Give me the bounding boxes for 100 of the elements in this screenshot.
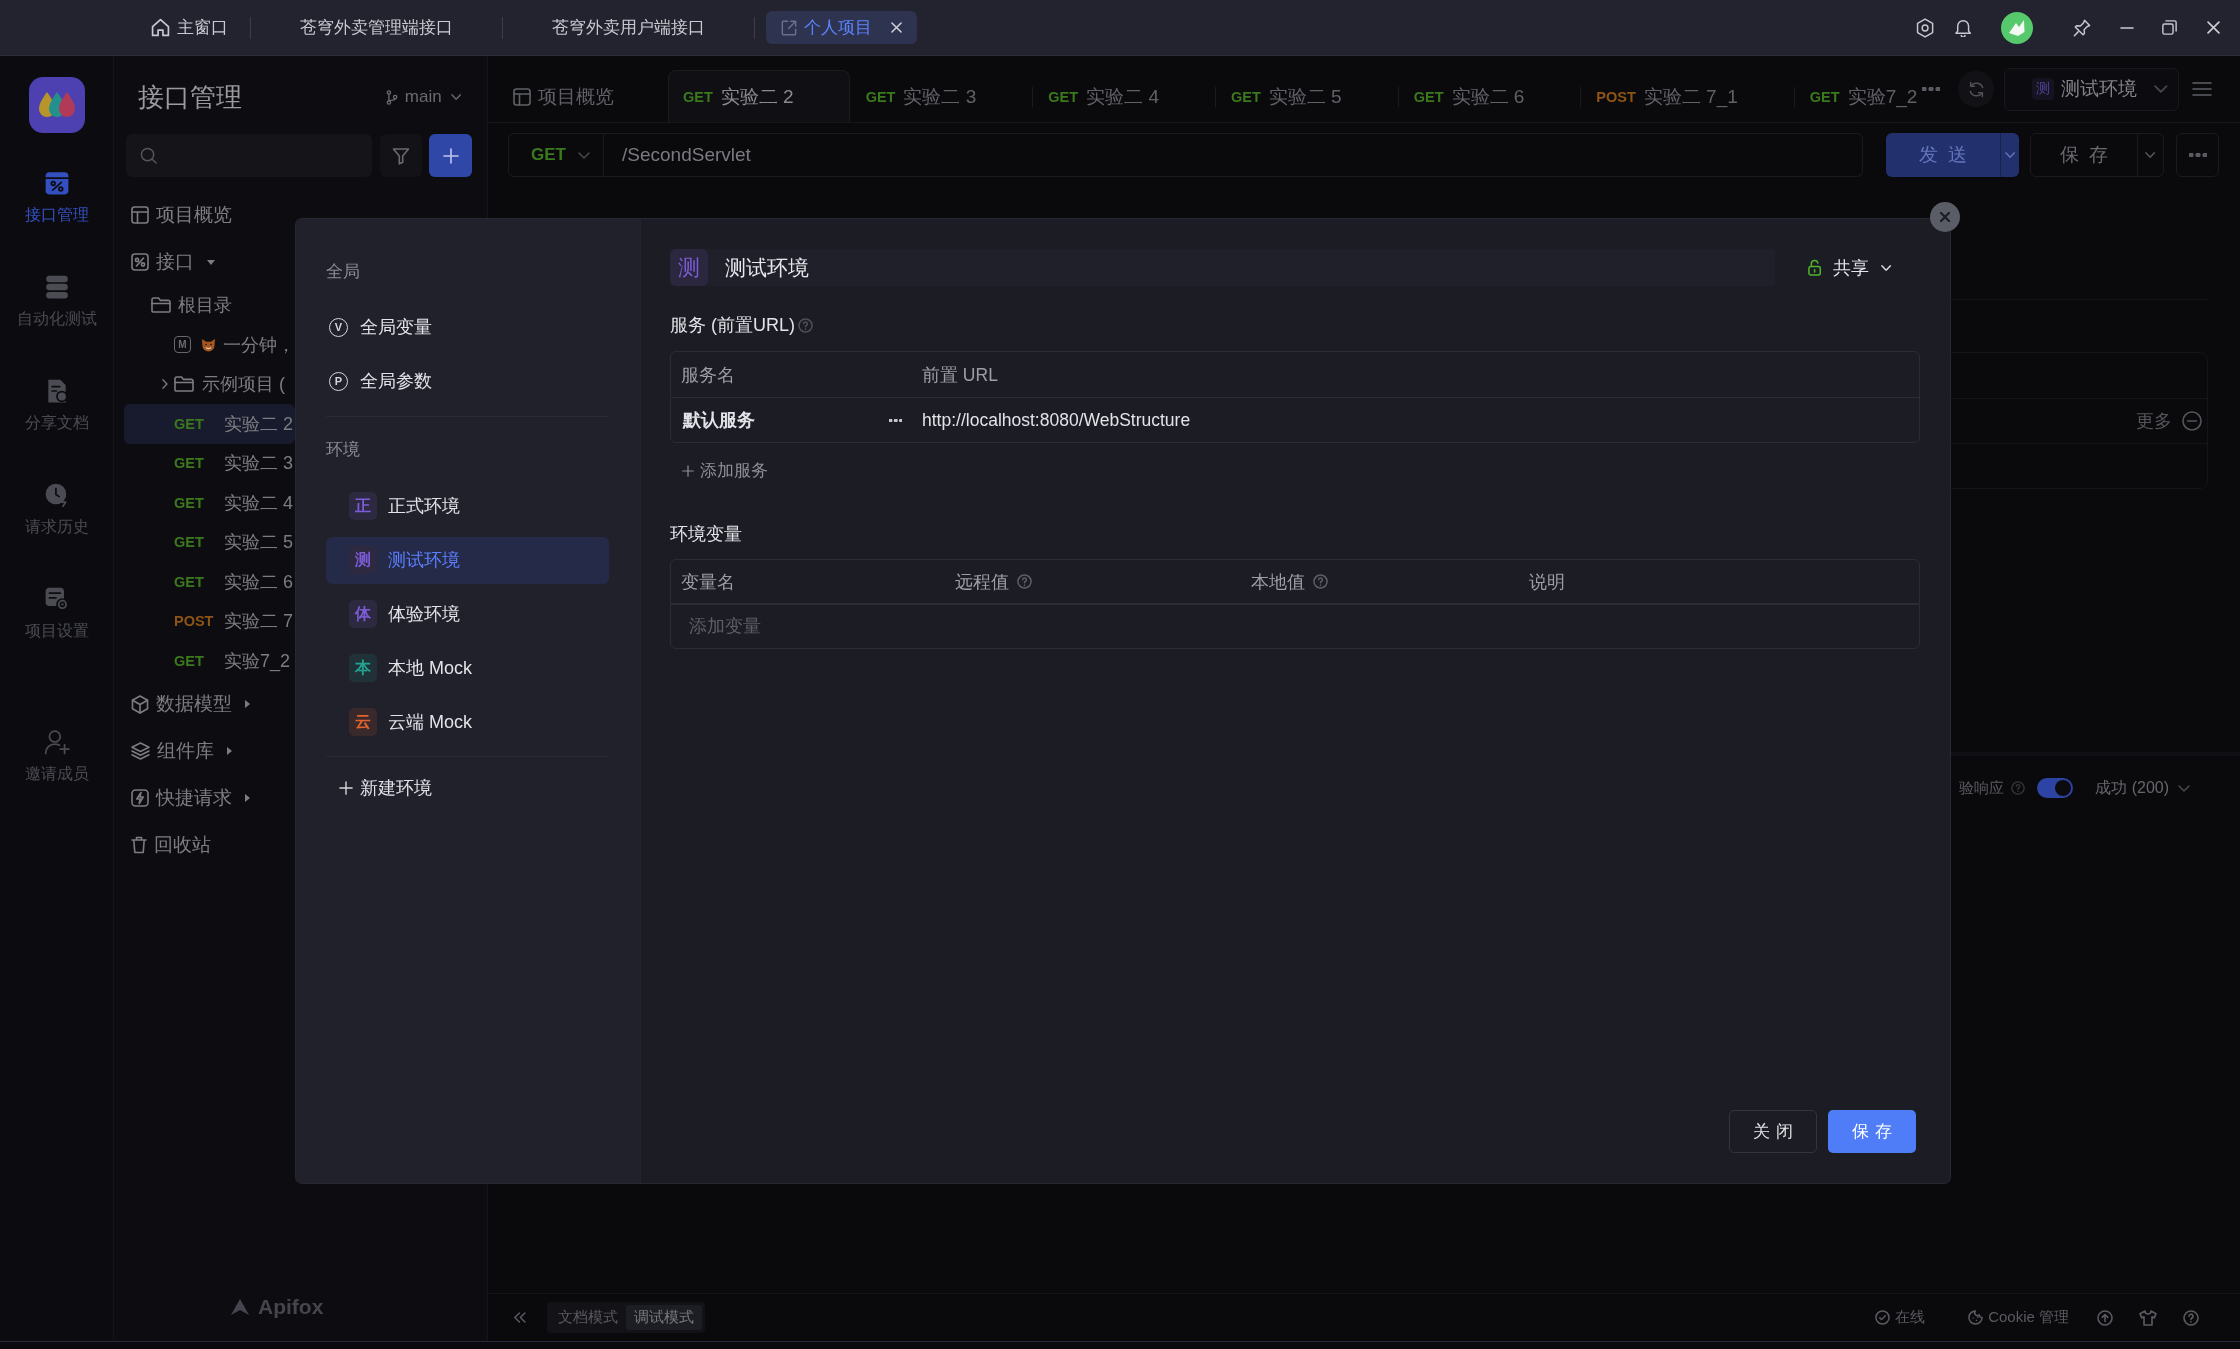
refresh-icon <box>1967 80 1985 98</box>
refresh-button[interactable] <box>1958 71 1994 107</box>
tree-item[interactable]: GET 实验二 6 <box>124 562 295 602</box>
share-button[interactable]: 共享 <box>1808 255 1892 280</box>
pin-icon[interactable] <box>2073 18 2091 37</box>
request-tab[interactable]: GET 实验二 3 <box>850 70 1033 122</box>
bell-icon[interactable] <box>1954 18 1971 37</box>
environment-item[interactable]: 云 云端 Mock <box>326 698 609 746</box>
window-tab[interactable]: 苍穹外卖用户端接口 <box>503 11 754 44</box>
close-button[interactable]: 关闭 <box>1729 1110 1817 1153</box>
method-select[interactable]: GET <box>508 133 604 177</box>
env-badge: 测 <box>2032 78 2054 100</box>
environment-item[interactable]: 体 体验环境 <box>326 590 609 638</box>
add-user-icon <box>43 729 70 755</box>
filter-button[interactable] <box>380 134 422 177</box>
method-label: GET <box>1413 88 1444 105</box>
home-icon <box>151 18 170 37</box>
chevron-down-icon <box>2004 152 2016 158</box>
request-tab[interactable]: GET 实验二 4 <box>1033 70 1215 122</box>
online-status[interactable]: 在线 <box>1875 1308 1926 1327</box>
tree-item[interactable]: GET 实验二 4 <box>124 483 295 523</box>
tree-item[interactable]: GET 实验二 5 <box>124 522 295 562</box>
mode-tab[interactable]: 调试模式 <box>625 1305 702 1330</box>
send-menu-button[interactable] <box>2000 133 2019 177</box>
status-select[interactable]: 成功 (200) <box>2095 777 2169 799</box>
percent-box-icon <box>131 253 149 271</box>
tree-item[interactable]: 数据模型 <box>124 680 295 728</box>
environment-item[interactable]: 正 正式环境 <box>326 482 609 530</box>
menu-icon[interactable] <box>2192 82 2212 96</box>
search-field[interactable] <box>126 134 372 177</box>
tree-item[interactable]: 快捷请求 <box>124 774 295 822</box>
cookie-button[interactable]: Cookie 管理 <box>1968 1308 2069 1327</box>
method-label: GET <box>174 652 205 669</box>
more-icon[interactable] <box>888 418 902 422</box>
environment-name-field[interactable]: 测 测试环境 <box>670 249 1775 286</box>
tree-item[interactable]: 接口 <box>124 238 295 286</box>
tree-item[interactable]: 组件库 <box>124 727 295 775</box>
more-button[interactable]: 更多 <box>2136 409 2202 433</box>
method-label: GET <box>683 88 713 105</box>
global-nav-item[interactable]: P 全局参数 <box>326 357 609 405</box>
upload-icon[interactable] <box>2097 1309 2113 1326</box>
request-tab[interactable]: GET 实验二 5 <box>1216 70 1398 122</box>
tree-item[interactable]: GET 实验二 3 <box>124 443 295 483</box>
url-field[interactable]: /SecondServlet <box>604 133 1863 177</box>
close-icon[interactable] <box>891 22 902 33</box>
window-tab[interactable]: 主窗口 <box>130 11 250 44</box>
layers-icon <box>131 742 150 760</box>
shirt-icon[interactable] <box>2139 1309 2157 1326</box>
method-label: GET <box>1809 88 1840 105</box>
list-gear-icon <box>43 586 70 612</box>
tree-item[interactable]: M 一分钟， <box>124 325 295 365</box>
request-tab[interactable]: GET 实验7_2 <box>1794 70 1919 122</box>
add-button[interactable] <box>429 134 472 177</box>
panel-layout-icon <box>131 206 149 224</box>
send-button[interactable]: 发送 <box>1886 133 2000 177</box>
column-header: 远程值 <box>955 570 1009 594</box>
add-variable-field[interactable]: 添加变量 <box>670 604 1920 649</box>
environment-item[interactable]: 本 本地 Mock <box>326 644 609 692</box>
branch-selector[interactable]: main <box>386 87 461 107</box>
tree-item[interactable]: 根目录 <box>124 285 295 325</box>
settings-icon[interactable] <box>1915 17 1934 38</box>
cookie-icon <box>1968 1310 1984 1325</box>
avatar-icon[interactable] <box>2001 11 2033 44</box>
close-icon[interactable] <box>2207 21 2220 34</box>
tree-item[interactable]: 回收站 <box>124 821 295 869</box>
more-button[interactable] <box>2176 133 2219 177</box>
window-tab[interactable]: 苍穹外卖管理端接口 <box>251 11 502 44</box>
section-title: 服务 (前置URL) <box>670 314 795 337</box>
add-service-button[interactable]: 添加服务 <box>670 457 768 485</box>
request-tab[interactable]: GET 实验二 2 <box>668 70 850 122</box>
help-icon[interactable] <box>2183 1309 2199 1326</box>
environment-item[interactable]: 测 测试环境 <box>326 536 609 584</box>
help-icon <box>2011 781 2026 795</box>
app-logo[interactable] <box>28 77 85 133</box>
toggle-label: 验响应 <box>1959 778 2005 798</box>
overview-tab[interactable]: 项目概览 <box>488 70 667 122</box>
toggle-switch[interactable] <box>2037 778 2074 798</box>
rail-nav-item[interactable]: 接口管理 <box>24 170 89 225</box>
window-tab[interactable]: 个人项目 <box>766 11 917 44</box>
request-tab[interactable]: POST 实验二 7_1 <box>1581 70 1794 122</box>
tree-item[interactable]: POST 实验二 7 <box>124 601 295 641</box>
close-icon <box>1940 212 1950 222</box>
tab-label: 实验二 4 <box>1086 84 1159 109</box>
save-button[interactable]: 保存 <box>1828 1110 1916 1153</box>
tree-item[interactable]: 项目概览 <box>124 191 295 239</box>
global-nav-item[interactable]: V 全局变量 <box>326 303 609 351</box>
environment-select[interactable]: 测 测试环境 <box>2004 67 2179 111</box>
method-label: POST <box>1596 88 1636 105</box>
mode-tab[interactable]: 文档模式 <box>549 1305 626 1330</box>
column-header: 服务名 <box>680 363 736 387</box>
collapse-icon[interactable] <box>513 1312 526 1323</box>
save-button[interactable]: 保存 <box>2030 133 2138 177</box>
tree-item[interactable]: GET 实验二 2 <box>124 404 295 444</box>
minimize-icon[interactable] <box>2120 26 2134 29</box>
branch-icon <box>386 89 398 105</box>
tree-item[interactable]: GET 实验7_2 <box>124 641 295 681</box>
restore-icon[interactable] <box>2162 20 2177 35</box>
tree-item[interactable]: 示例项目 ( <box>124 364 295 404</box>
request-tab[interactable]: GET 实验二 6 <box>1398 70 1581 122</box>
new-environment-button[interactable]: 新建环境 <box>326 764 609 812</box>
